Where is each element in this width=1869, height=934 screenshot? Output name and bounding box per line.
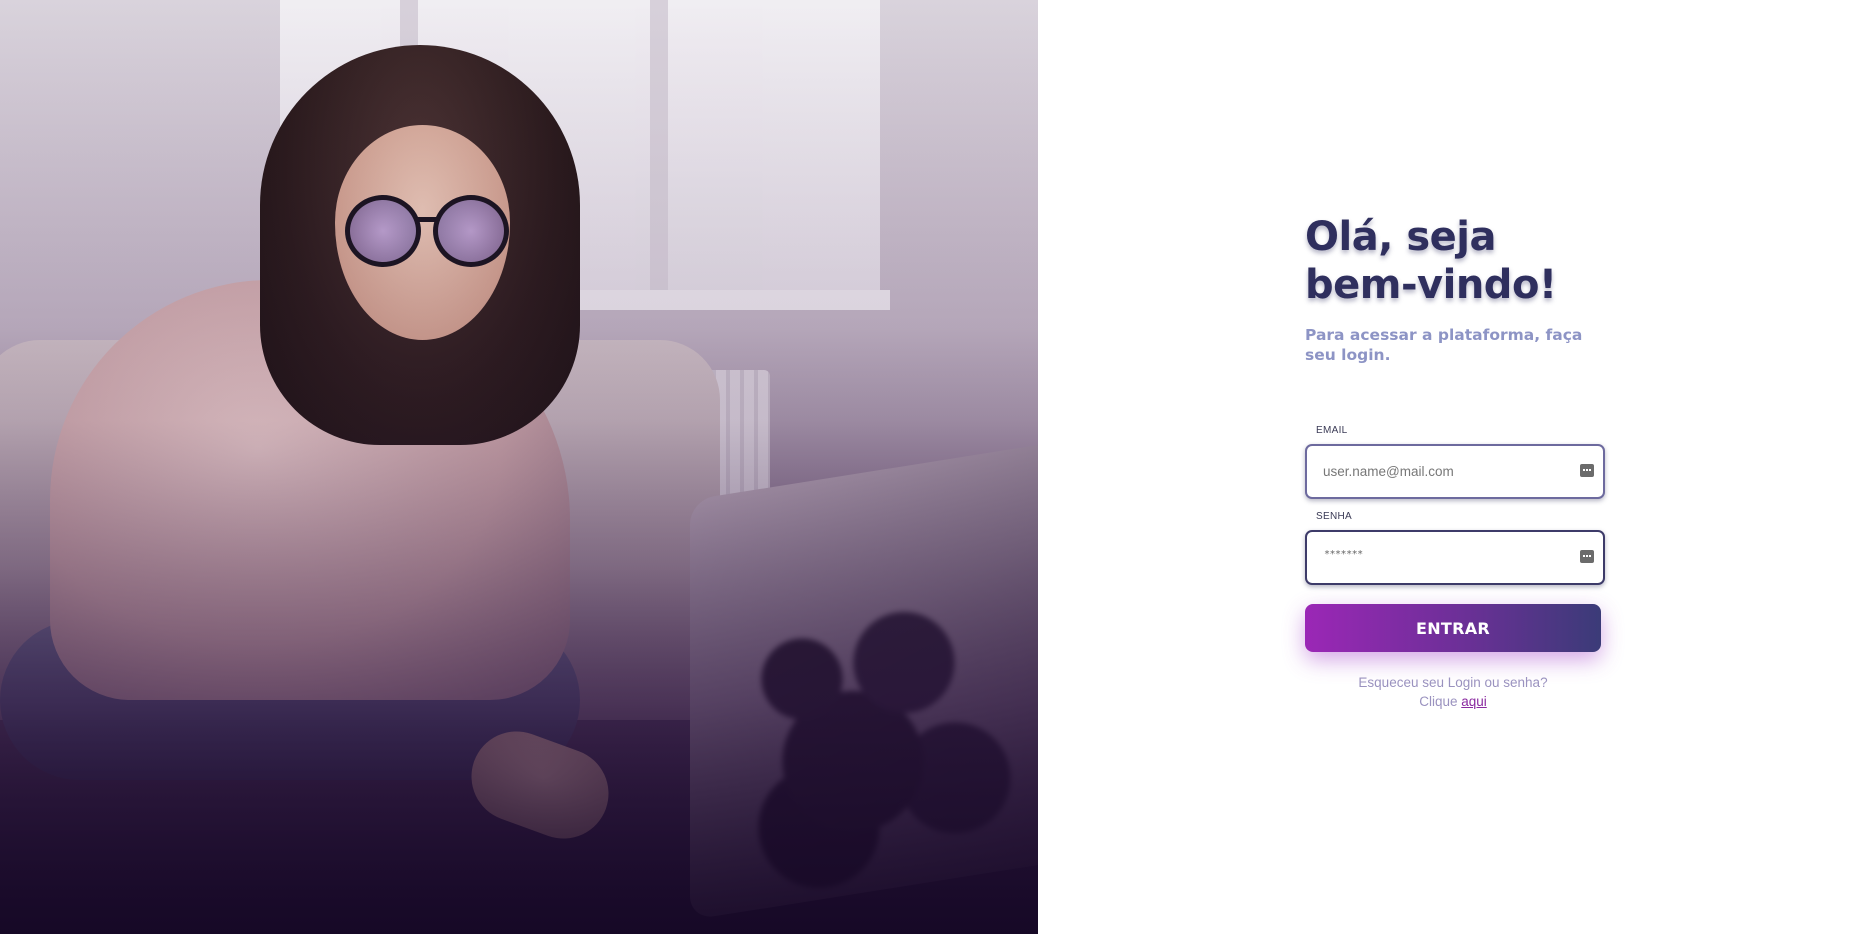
welcome-title-line1: Olá, seja xyxy=(1305,214,1496,260)
email-input[interactable] xyxy=(1323,446,1563,497)
forgot-prefix: Clique xyxy=(1419,694,1458,709)
password-field-wrapper[interactable]: ******* xyxy=(1305,530,1605,585)
hero-photo xyxy=(0,0,1038,934)
login-form: Olá, seja bem-vindo! Para acessar a plat… xyxy=(1305,213,1605,711)
email-label: EMAIL xyxy=(1316,425,1348,436)
forgot-credentials-text: Esqueceu seu Login ou senha? Clique aqui xyxy=(1305,673,1601,711)
login-panel: Olá, seja bem-vindo! Para acessar a plat… xyxy=(1038,0,1869,934)
login-button[interactable]: ENTRAR xyxy=(1305,604,1601,652)
welcome-subtitle: Para acessar a plataforma, faça seu logi… xyxy=(1305,326,1583,364)
forgot-link[interactable]: aqui xyxy=(1461,694,1487,709)
forgot-line1: Esqueceu seu Login ou senha? xyxy=(1358,675,1548,690)
welcome-title: Olá, seja bem-vindo! xyxy=(1305,213,1605,309)
password-manager-key-icon[interactable] xyxy=(1580,550,1594,563)
welcome-title-line2: bem-vindo! xyxy=(1305,262,1557,308)
login-page: Olá, seja bem-vindo! Para acessar a plat… xyxy=(0,0,1869,934)
hero-gradient-overlay xyxy=(0,0,1038,934)
email-field-wrapper xyxy=(1305,444,1605,499)
password-input[interactable]: ******* xyxy=(1324,549,1363,560)
password-manager-key-icon[interactable] xyxy=(1580,464,1594,477)
password-label: SENHA xyxy=(1316,511,1352,522)
